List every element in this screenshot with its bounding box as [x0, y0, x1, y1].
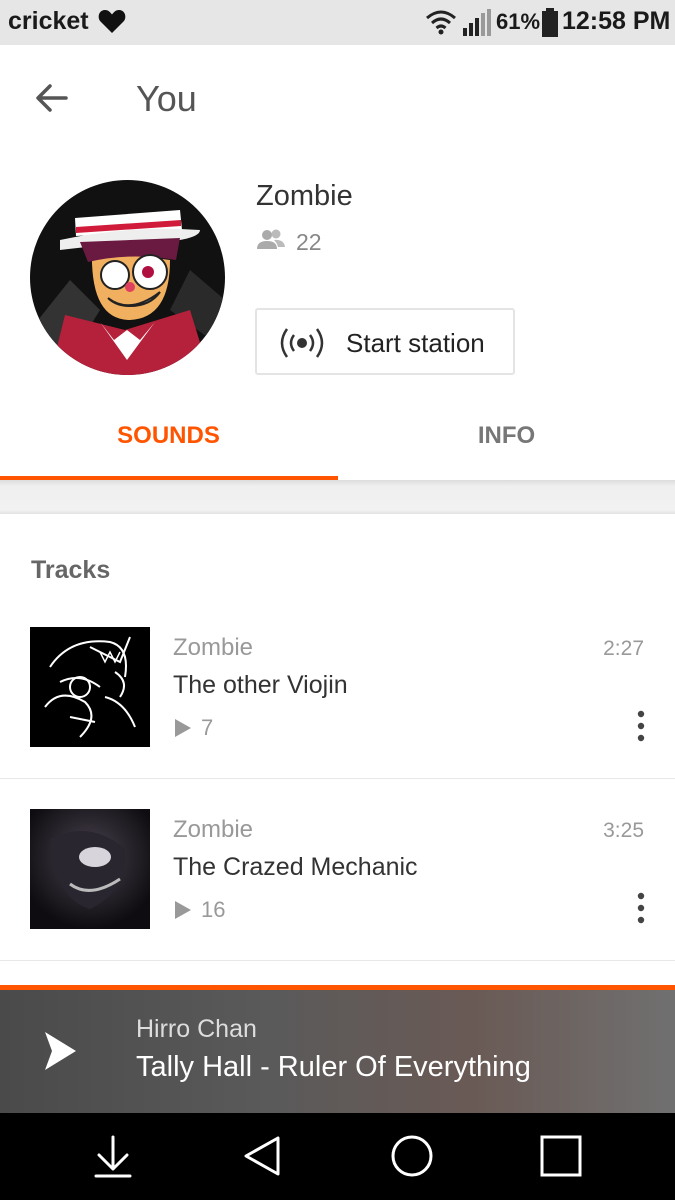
battery-percentage: 61% [496, 9, 541, 34]
arrow-left-icon [36, 84, 68, 112]
followers-icon [256, 228, 286, 257]
profile-name: Zombie [256, 180, 353, 212]
track-row[interactable]: Zombie The other Viojin 7 2:27 [0, 597, 675, 779]
carrier-name: cricket [8, 7, 89, 35]
start-station-label: Start station [346, 328, 485, 358]
battery-icon [541, 8, 559, 42]
track-artist: Zombie [173, 634, 254, 661]
triangle-back-icon [244, 1136, 280, 1176]
nav-download-button[interactable] [90, 1133, 136, 1179]
player-track-title: Tally Hall - Ruler Of Everything [136, 1051, 531, 1083]
player-play-button[interactable] [42, 1030, 78, 1077]
more-options-button[interactable] [630, 709, 652, 745]
play-count: 16 [201, 897, 226, 922]
track-artwork [30, 809, 150, 929]
tab-sounds[interactable]: SOUNDS [0, 400, 337, 480]
track-row[interactable]: Zombie The Crazed Mechanic 16 3:25 [0, 779, 675, 961]
track-title: The Crazed Mechanic [173, 853, 418, 881]
track-artwork [30, 627, 150, 747]
nav-back-button[interactable] [240, 1133, 286, 1179]
track-duration: 2:27 [603, 637, 644, 660]
play-count-icon [173, 899, 193, 926]
play-count-icon [173, 717, 193, 744]
mini-player[interactable]: Hirro Chan Tally Hall - Ruler Of Everyth… [0, 985, 675, 1113]
back-button[interactable] [30, 78, 74, 118]
tracks-section-title: Tracks [31, 556, 111, 584]
status-bar: cricket 61% 12:58 PM [0, 0, 675, 45]
track-artist: Zombie [173, 816, 254, 843]
track-title: The other Viojin [173, 671, 348, 699]
play-icon [45, 1032, 76, 1070]
arrow-down-icon [94, 1135, 132, 1178]
nav-home-button[interactable] [389, 1133, 435, 1179]
nav-recents-button[interactable] [538, 1133, 584, 1179]
square-recents-icon [540, 1135, 582, 1177]
player-progress-bar [0, 985, 675, 990]
track-duration: 3:25 [603, 819, 644, 842]
tab-info[interactable]: INFO [338, 400, 675, 480]
more-vert-icon [637, 710, 645, 742]
wifi-icon [425, 9, 457, 40]
player-artist: Hirro Chan [136, 1015, 257, 1043]
play-count: 7 [201, 715, 214, 740]
circle-home-icon [391, 1135, 433, 1177]
page-title: You [136, 78, 197, 119]
clock: 12:58 PM [562, 7, 671, 35]
station-broadcast-icon [277, 326, 327, 365]
system-nav-bar [0, 1113, 675, 1200]
more-options-button[interactable] [630, 891, 652, 927]
more-vert-icon [637, 892, 645, 924]
followers-count: 22 [296, 229, 322, 255]
start-station-button[interactable]: Start station [255, 308, 515, 375]
signal-strength-icon [463, 9, 493, 41]
avatar [30, 180, 225, 375]
heart-icon [98, 8, 126, 39]
section-divider [0, 480, 675, 514]
